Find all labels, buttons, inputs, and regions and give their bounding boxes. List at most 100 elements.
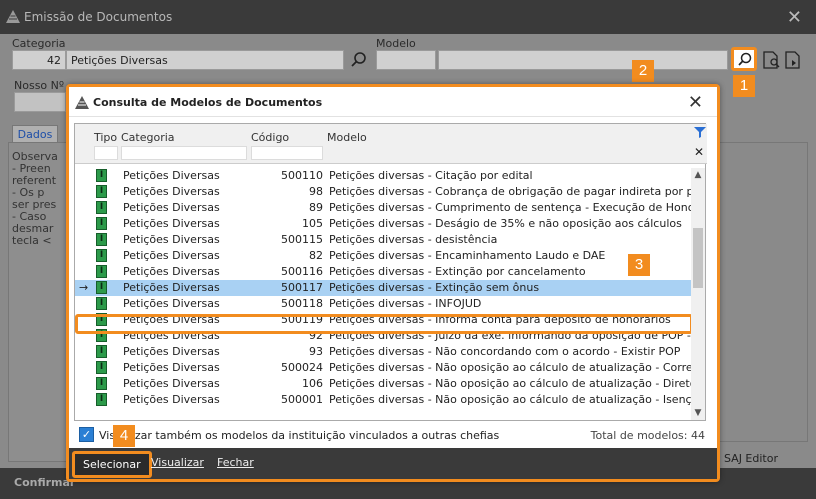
parent-title: Emissão de Documentos bbox=[24, 10, 173, 24]
col-tipo[interactable]: Tipo bbox=[94, 131, 117, 144]
type-text-icon: I bbox=[96, 393, 107, 406]
cell-modelo: Petições diversas - Cumprimento de sente… bbox=[329, 201, 691, 214]
modelo-code-field[interactable] bbox=[376, 50, 436, 70]
filter-tipo-input[interactable] bbox=[94, 146, 118, 160]
cell-categoria: Petições Diversas bbox=[123, 201, 220, 214]
observacoes-line: - Os p bbox=[12, 187, 45, 199]
table-row[interactable]: I Petições Diversas 105 Petições diversas -… bbox=[75, 216, 691, 232]
cell-modelo: Petições diversas - Citação por edital bbox=[329, 169, 533, 182]
dialog-titlebar: Consulta de Modelos de Documentos ✕ bbox=[69, 87, 717, 117]
table-row[interactable]: I Petições Diversas 82 Petições diversas - … bbox=[75, 248, 691, 264]
table-row[interactable]: I Petições Diversas 500118 Petições diversa… bbox=[75, 296, 691, 312]
cell-categoria: Petições Diversas bbox=[123, 265, 220, 278]
col-modelo[interactable]: Modelo bbox=[327, 131, 367, 144]
scroll-up-icon[interactable]: ▲ bbox=[693, 170, 703, 180]
cell-codigo: 500001 bbox=[281, 393, 323, 406]
cell-categoria: Petições Diversas bbox=[123, 281, 220, 294]
include-other-models-label[interactable]: Visualizar também os modelos da institui… bbox=[99, 429, 499, 442]
table-row[interactable]: I Petições Diversas 89 Petições diversas - … bbox=[75, 200, 691, 216]
models-grid: Tipo Categoria Código Modelo I Petições D… bbox=[74, 123, 707, 421]
cell-modelo: Petições diversas - Não oposição ao cálc… bbox=[329, 361, 691, 374]
cell-codigo: 500110 bbox=[281, 169, 323, 182]
dialog-footer: Selecionar Visualizar Fechar bbox=[69, 448, 717, 479]
clear-filter-icon[interactable]: ✕ bbox=[694, 145, 704, 159]
cell-modelo: Petições diversas - desistência bbox=[329, 233, 498, 246]
document-search-icon[interactable] bbox=[760, 49, 782, 71]
view-button[interactable]: Visualizar bbox=[151, 456, 204, 469]
table-row[interactable]: I Petições Diversas 500001 Petições diversa… bbox=[75, 392, 691, 408]
type-text-icon: I bbox=[96, 169, 107, 182]
observacoes-line: ser pres bbox=[12, 199, 57, 211]
app-logo-icon bbox=[6, 10, 20, 23]
cell-categoria: Petições Diversas bbox=[123, 345, 220, 358]
grid-scrollbar[interactable]: ▲ ▼ bbox=[691, 168, 705, 420]
filter-funnel-icon[interactable] bbox=[693, 125, 707, 139]
categoria-search-icon[interactable] bbox=[348, 49, 370, 71]
type-text-icon: I bbox=[96, 361, 107, 374]
filter-categoria-input[interactable] bbox=[121, 146, 247, 160]
col-codigo[interactable]: Código bbox=[251, 131, 289, 144]
observacoes-line: referent bbox=[12, 175, 57, 187]
select-button[interactable]: Selecionar bbox=[72, 451, 152, 478]
categoria-field[interactable]: Petições Diversas bbox=[66, 50, 344, 70]
include-other-models-checkbox[interactable]: ✓ bbox=[79, 427, 94, 442]
table-row[interactable]: I Petições Diversas 500116 Petições diversa… bbox=[75, 264, 691, 280]
modelo-field[interactable] bbox=[438, 50, 728, 70]
cell-codigo: 500024 bbox=[281, 361, 323, 374]
type-text-icon: I bbox=[96, 297, 107, 310]
cell-codigo: 106 bbox=[302, 377, 323, 390]
app-logo-icon bbox=[75, 96, 89, 109]
cell-categoria: Petições Diversas bbox=[123, 249, 220, 262]
cell-modelo: Petições diversas - Extinção sem ônus bbox=[329, 281, 540, 294]
categoria-code-field[interactable]: 42 bbox=[12, 50, 66, 70]
table-row[interactable]: I Petições Diversas 500024 Petições diversa… bbox=[75, 360, 691, 376]
table-row[interactable]: I Petições Diversas 500115 Petições diversa… bbox=[75, 232, 691, 248]
step-badge-3: 3 bbox=[628, 254, 650, 276]
cell-categoria: Petições Diversas bbox=[123, 185, 220, 198]
table-row[interactable]: I Petições Diversas 500110 Petições diversa… bbox=[75, 168, 691, 184]
cell-codigo: 93 bbox=[309, 345, 323, 358]
cell-modelo: Petições diversas - Não concordando com … bbox=[329, 345, 681, 358]
step-badge-4: 4 bbox=[113, 425, 135, 447]
search-icon bbox=[738, 52, 752, 66]
dialog-close-icon[interactable]: ✕ bbox=[688, 92, 703, 113]
col-categoria[interactable]: Categoria bbox=[121, 131, 175, 144]
scroll-thumb[interactable] bbox=[693, 228, 703, 288]
cell-categoria: Petições Diversas bbox=[123, 233, 220, 246]
observacoes-line: - Caso bbox=[12, 211, 47, 223]
total-models: Total de modelos: 44 bbox=[590, 429, 705, 442]
current-row-arrow-icon: → bbox=[79, 281, 89, 294]
type-text-icon: I bbox=[96, 217, 107, 230]
close-button[interactable]: Fechar bbox=[217, 456, 254, 469]
dialog-title: Consulta de Modelos de Documentos bbox=[93, 96, 323, 109]
cell-codigo: 500118 bbox=[281, 297, 323, 310]
modelo-search-button[interactable] bbox=[731, 47, 757, 71]
tab-dados[interactable]: Dados bbox=[12, 125, 58, 143]
table-row[interactable]: I Petições Diversas 93 Petições diversas - … bbox=[75, 344, 691, 360]
nosso-numero-field[interactable] bbox=[14, 92, 66, 112]
scroll-down-icon[interactable]: ▼ bbox=[693, 408, 703, 418]
table-row[interactable]: I Petições Diversas 98 Petições diversas - … bbox=[75, 184, 691, 200]
grid-header: Tipo Categoria Código Modelo bbox=[75, 124, 707, 164]
cell-modelo: Petições diversas - Deságio de 35% e não… bbox=[329, 217, 682, 230]
cell-codigo: 89 bbox=[309, 201, 323, 214]
cell-modelo: Petições diversas - INFOJUD bbox=[329, 297, 482, 310]
table-row[interactable]: I Petições Diversas 106 Petições diversas -… bbox=[75, 376, 691, 392]
cell-codigo: 500116 bbox=[281, 265, 323, 278]
table-row[interactable]: → I Petições Diversas 500117 Petições divers… bbox=[75, 280, 691, 296]
document-view-icon[interactable] bbox=[782, 49, 804, 71]
parent-right-panel bbox=[712, 142, 808, 442]
type-text-icon: I bbox=[96, 281, 107, 294]
filter-codigo-input[interactable] bbox=[251, 146, 323, 160]
step-badge-1: 1 bbox=[733, 75, 755, 97]
cell-categoria: Petições Diversas bbox=[123, 169, 220, 182]
parent-close-icon[interactable]: ✕ bbox=[787, 7, 802, 28]
cell-codigo: 105 bbox=[302, 217, 323, 230]
saj-editor-label[interactable]: SAJ Editor bbox=[724, 452, 778, 465]
consulta-modelos-dialog: Consulta de Modelos de Documentos ✕ Tipo… bbox=[66, 84, 720, 482]
cell-categoria: Petições Diversas bbox=[123, 377, 220, 390]
type-text-icon: I bbox=[96, 345, 107, 358]
cell-categoria: Petições Diversas bbox=[123, 361, 220, 374]
observacoes-line: - Preen bbox=[12, 163, 51, 175]
observacoes-line: tecla < bbox=[12, 235, 52, 247]
